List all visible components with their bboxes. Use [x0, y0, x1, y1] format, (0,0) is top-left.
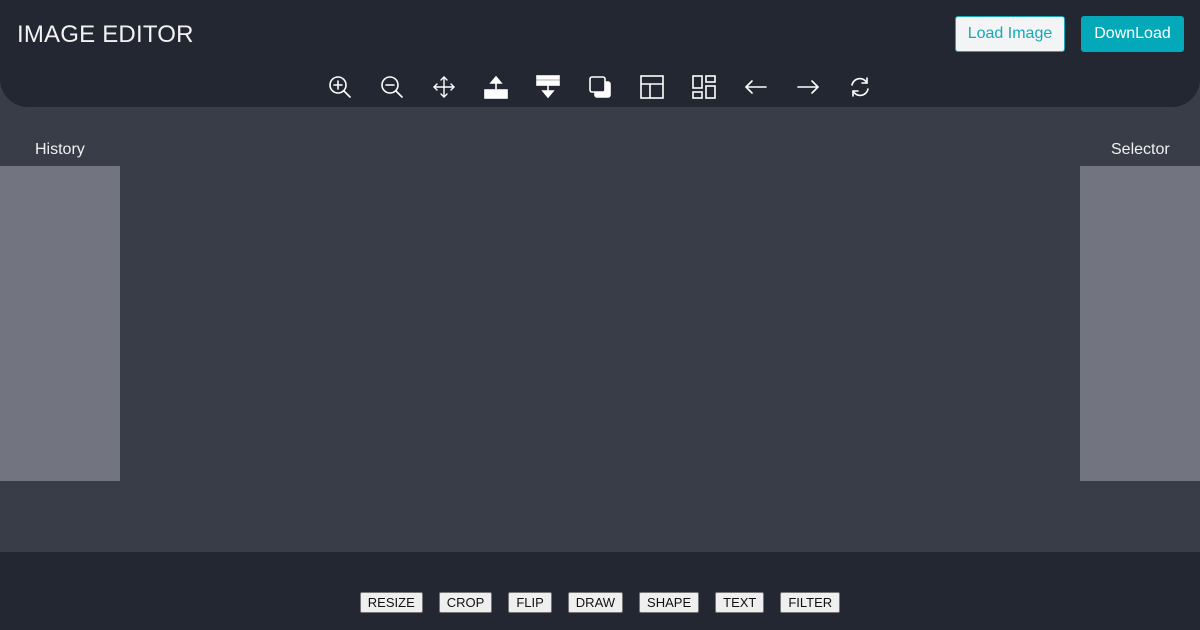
resize-button[interactable]: RESIZE — [359, 592, 423, 613]
layout-icon[interactable] — [626, 69, 678, 105]
undo-arrow-icon[interactable] — [730, 69, 782, 105]
layers-icon[interactable] — [574, 69, 626, 105]
zoom-in-icon[interactable] — [314, 69, 366, 105]
history-panel[interactable] — [0, 166, 120, 481]
footer-bar — [0, 552, 1200, 630]
move-icon[interactable] — [418, 69, 470, 105]
draw-button[interactable]: DRAW — [567, 592, 624, 613]
grid-icon[interactable] — [678, 69, 730, 105]
image-editor-app: IMAGE EDITOR Load Image DownLoad History… — [0, 0, 1200, 630]
mode-bar: RESIZE CROP FLIP DRAW SHAPE TEXT FILTER — [0, 592, 1200, 614]
flip-button[interactable]: FLIP — [508, 592, 552, 613]
app-title: IMAGE EDITOR — [17, 21, 194, 48]
zoom-out-icon[interactable] — [366, 69, 418, 105]
toolbar — [314, 68, 886, 106]
load-image-button[interactable]: Load Image — [955, 16, 1065, 52]
redo-arrow-icon[interactable] — [782, 69, 834, 105]
download-button[interactable]: DownLoad — [1081, 16, 1184, 52]
selector-panel[interactable] — [1080, 166, 1200, 481]
text-button[interactable]: TEXT — [715, 592, 765, 613]
selector-label: Selector — [1111, 141, 1170, 158]
reset-icon[interactable] — [834, 69, 886, 105]
filter-button[interactable]: FILTER — [780, 592, 841, 613]
send-backward-icon[interactable] — [522, 69, 574, 105]
crop-button[interactable]: CROP — [438, 592, 493, 613]
bring-forward-icon[interactable] — [470, 69, 522, 105]
history-label: History — [35, 141, 85, 158]
header-bar: IMAGE EDITOR Load Image DownLoad — [0, 0, 1200, 107]
canvas-area[interactable] — [120, 107, 1080, 552]
shape-button[interactable]: SHAPE — [639, 592, 700, 613]
